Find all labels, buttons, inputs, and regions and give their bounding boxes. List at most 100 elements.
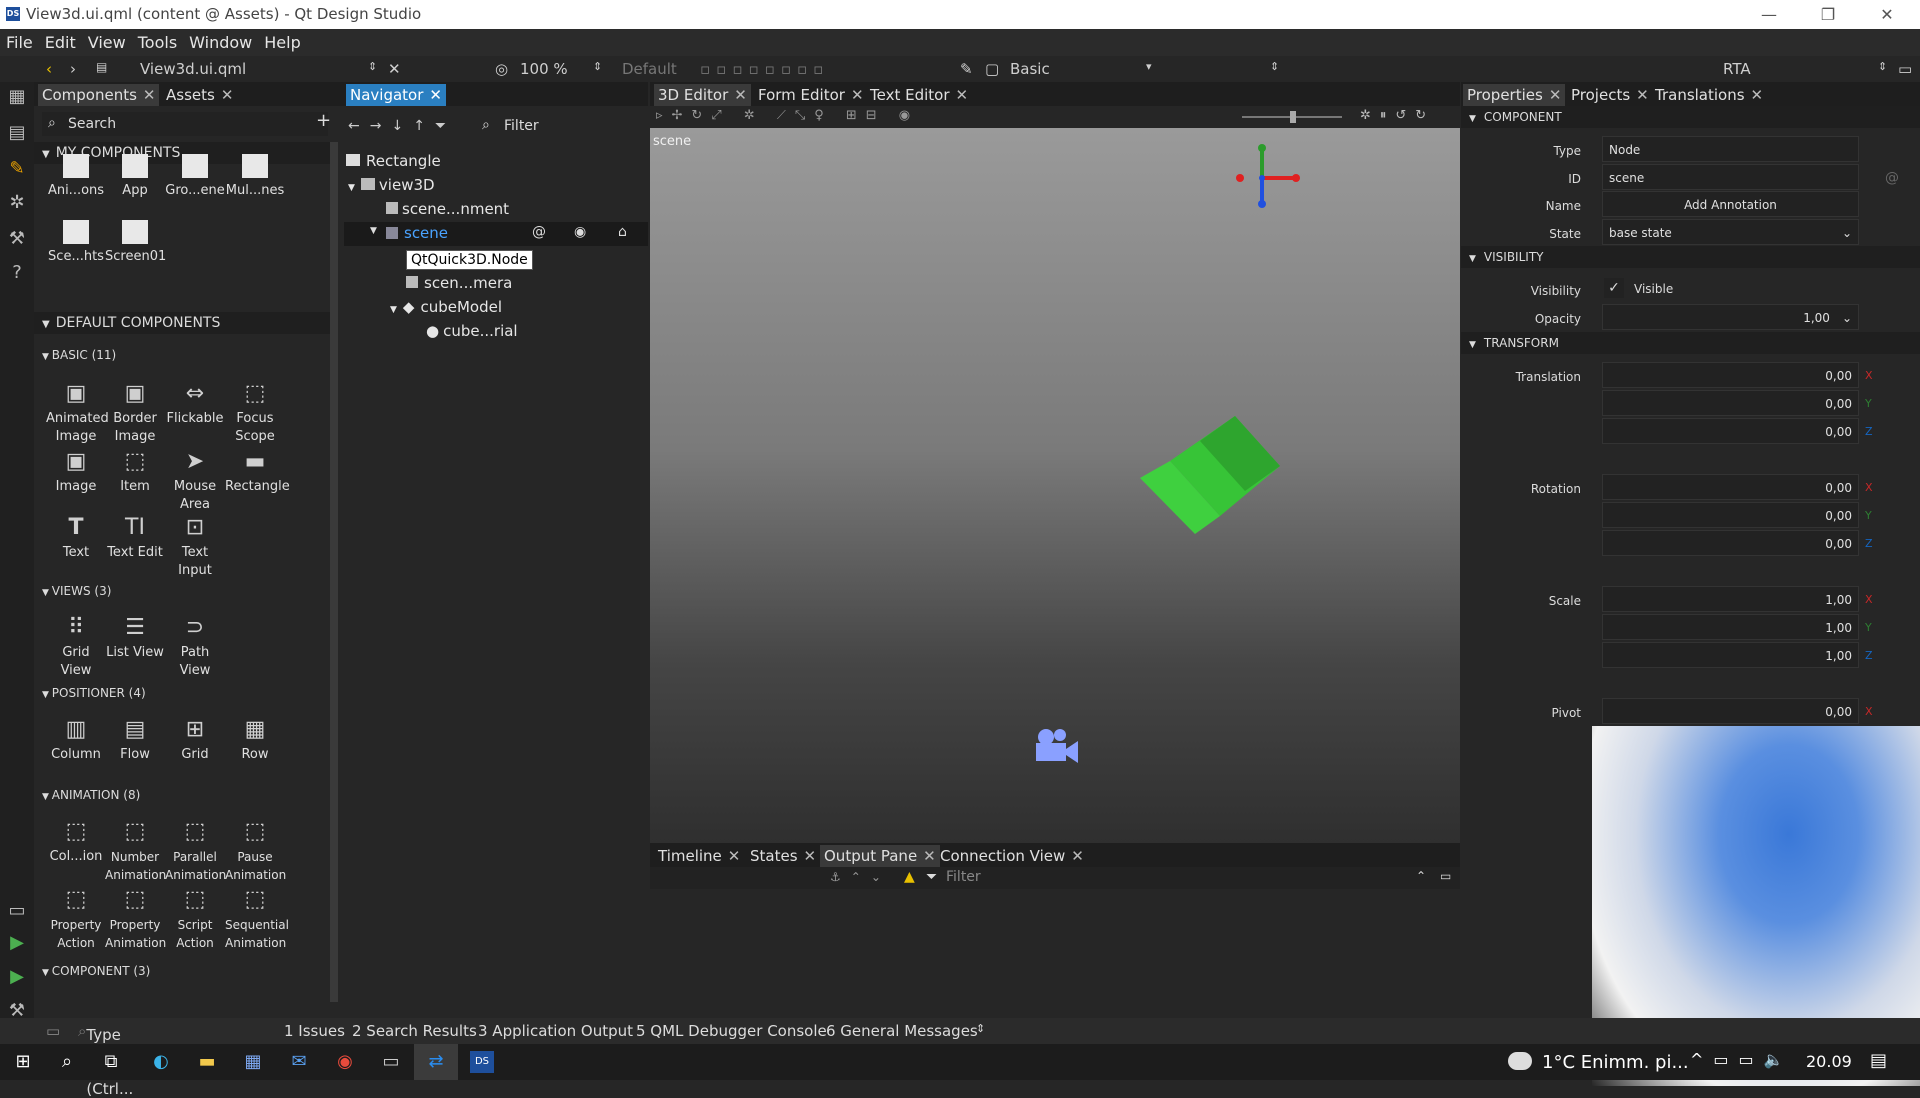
subsection-views[interactable]: ▼ VIEWS (3) [42,584,111,598]
component-animation-item[interactable]: ⬚ Sequential Animation [225,886,289,952]
subsection-animation[interactable]: ▼ ANIMATION (8) [42,788,140,802]
issues-tab[interactable]: 1 Issues [284,1022,345,1040]
tab-components[interactable]: Components ✕ [38,84,160,106]
close-file-icon[interactable]: ✕ [388,60,401,78]
tab-text-editor[interactable]: Text Editor ✕ [866,84,972,106]
navigator-filter-input[interactable]: Filter [504,118,539,134]
store-icon[interactable]: ▦ [240,1049,266,1075]
close-icon[interactable]: ✕ [804,847,817,865]
tree-item-rectangle[interactable]: Rectangle [346,152,441,170]
tab-connection-view[interactable]: Connection View ✕ [936,845,1088,867]
component-item[interactable]: ⬚ Item [105,448,165,496]
component-text[interactable]: T Text [46,514,106,562]
task-view-icon[interactable]: ⧉ [98,1049,124,1075]
section-default-components[interactable]: ▼ DEFAULT COMPONENTS [34,312,330,334]
tab-properties[interactable]: Properties ✕ [1463,84,1566,106]
section-transform[interactable]: ▼ TRANSFORM [1461,332,1920,354]
locator-input[interactable]: ⌕ Type to locate (Ctrl... [78,1022,133,1098]
component-animation-item[interactable]: ⬚ Script Action [165,886,225,952]
rotation-z-field[interactable]: 0,00 [1602,530,1859,556]
transform-tools-icon[interactable]: ▹✢↻⤢ ✲ ⟋⤡♀ ⊞⊟ ◉ [656,108,919,123]
search-input[interactable]: Search [68,116,116,132]
component-animation-item[interactable]: ⬚ Col...ion [46,818,106,866]
tab-translations[interactable]: Translations ✕ [1651,84,1767,106]
notifications-icon[interactable]: ▤ [1870,1050,1887,1071]
my-component-item[interactable]: Screen01 [105,220,166,266]
component-row[interactable]: ▦ Row [225,716,285,764]
state-dropdown[interactable]: Default [622,60,677,78]
component-animated-image[interactable]: ▣ Animated Image [46,380,109,446]
rta-dropdown[interactable]: RTA [1723,60,1751,78]
component-animation-item[interactable]: ⬚ Pause Animation [225,818,286,884]
tab-output-pane[interactable]: Output Pane ✕ [820,845,940,867]
tab-projects[interactable]: Projects ✕ [1567,84,1653,106]
rta-dropdown-icon[interactable]: ⇕ [1878,60,1887,73]
component-focus-scope[interactable]: ⬚ Focus Scope [225,380,285,446]
close-icon[interactable]: ✕ [734,86,747,104]
translation-x-field[interactable]: 0,00 [1602,362,1859,388]
orientation-gizmo-icon[interactable] [1224,142,1304,212]
component-column[interactable]: ▥ Column [46,716,106,764]
close-button[interactable]: ✕ [1864,2,1910,28]
component-path-view[interactable]: ⊃ Path View [165,614,225,680]
edit-icon[interactable]: ✎ [960,60,973,78]
component-animation-item[interactable]: ⬚ Property Action [46,886,106,952]
device-icon[interactable]: ▭ [6,900,28,922]
scale-z-field[interactable]: 1,00 [1602,642,1859,668]
warning-icon[interactable]: ▲ [904,869,915,885]
tree-item-scene-environment[interactable]: scene...nment [386,200,509,218]
scale-y-field[interactable]: 1,00 [1602,614,1859,640]
tab-form-editor[interactable]: Form Editor ✕ [754,84,868,106]
alias-icon[interactable]: @ [1885,170,1899,186]
close-icon[interactable]: ✕ [851,86,864,104]
application-output-tab[interactable]: 3 Application Output [478,1022,633,1040]
close-icon[interactable]: ✕ [221,86,234,104]
run-icon[interactable]: ▶ [6,932,28,954]
filter-icon[interactable]: ⏷ [926,869,937,885]
sidebar-toggle-icon[interactable]: ▭ [46,1022,60,1040]
close-icon[interactable]: ✕ [1751,86,1764,104]
navigator-arrows-icon[interactable]: ←→↓↑⏷ [348,118,456,134]
general-messages-tab[interactable]: 6 General Messages [826,1022,978,1040]
component-text-edit[interactable]: TI Text Edit [105,514,165,562]
minimize-button[interactable]: — [1746,2,1792,28]
component-list-view[interactable]: ☰ List View [105,614,165,662]
component-grid[interactable]: ⊞ Grid [165,716,225,764]
lock-icon[interactable]: ⌂ [618,224,627,240]
maximize-pane-icon[interactable]: ⌃ [1416,869,1426,883]
my-component-item[interactable]: Ani...ons [46,154,106,200]
tree-item-cube-model[interactable]: ▼ ◆ cubeModel [390,298,502,316]
tree-item-cube-material[interactable]: ● cube...rial [426,322,518,340]
component-grid-view[interactable]: ⠿ Grid View [46,614,106,680]
opacity-spinbox[interactable]: 1,00 ⌄ [1602,304,1859,330]
3d-viewport[interactable]: scene [650,128,1460,843]
config-dropdown-icon[interactable]: ⇕ [1270,60,1279,73]
search-results-tab[interactable]: 2 Search Results [352,1022,477,1040]
id-field[interactable]: scene [1602,164,1859,190]
scrollbar[interactable] [330,142,338,1002]
mail-icon[interactable]: ✉ [286,1049,312,1075]
terminal-icon[interactable]: ▭ [378,1049,404,1075]
component-rectangle[interactable]: ▬ Rectangle [225,448,290,496]
pivot-x-field[interactable]: 0,00 [1602,698,1859,724]
my-component-item[interactable]: App [105,154,165,200]
rotation-x-field[interactable]: 0,00 [1602,474,1859,500]
section-component[interactable]: ▼ COMPONENT [1461,106,1920,128]
tree-item-view3d[interactable]: ▼ view3D [348,176,435,194]
eye-icon[interactable]: ◉ [574,224,586,240]
file-dropdown-icon[interactable]: ⇕ [368,60,377,73]
component-animation-item[interactable]: ⬚ Parallel Animation [165,818,226,884]
state-dropdown[interactable]: base state ⌄ [1602,219,1859,245]
style-dropdown-arrow-icon[interactable]: ▾ [1146,60,1152,73]
output-tools-icon[interactable]: ⚓⌃⌄ [830,870,891,884]
current-file[interactable]: View3d.ui.qml [140,60,246,78]
component-flow[interactable]: ▤ Flow [105,716,165,764]
close-pane-icon[interactable]: ▭ [1440,869,1451,883]
scale-x-field[interactable]: 1,00 [1602,586,1859,612]
tab-assets[interactable]: Assets ✕ [162,84,237,106]
file-explorer-icon[interactable]: ▬ [194,1049,220,1075]
pin-icon[interactable]: ▭ [1898,60,1912,78]
tab-navigator[interactable]: Navigator ✕ [346,84,446,106]
close-icon[interactable]: ✕ [1071,847,1084,865]
menu-edit[interactable]: Edit [39,29,82,52]
